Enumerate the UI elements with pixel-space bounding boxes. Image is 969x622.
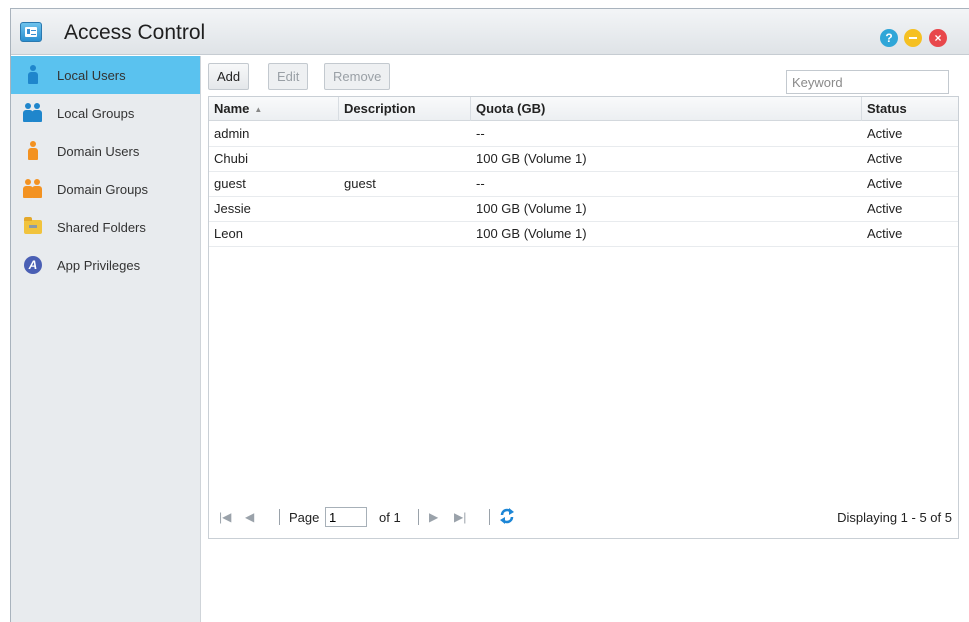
sidebar-item-shared-folders[interactable]: Shared Folders bbox=[11, 208, 200, 246]
cell-status: Active bbox=[867, 176, 903, 191]
remove-button[interactable]: Remove bbox=[324, 63, 391, 90]
cell-status: Active bbox=[867, 151, 903, 166]
sidebar-item-label: App Privileges bbox=[57, 257, 141, 273]
sidebar-item-label: Shared Folders bbox=[57, 219, 146, 235]
cell-description: guest bbox=[344, 176, 376, 191]
app-privileges-icon: A bbox=[23, 254, 43, 276]
cell-status: Active bbox=[867, 126, 903, 141]
last-page-icon[interactable]: ▶| bbox=[454, 510, 466, 524]
page-label: Page bbox=[289, 510, 320, 525]
cell-quota: 100 GB (Volume 1) bbox=[476, 201, 587, 216]
minimize-button[interactable] bbox=[904, 29, 922, 47]
cell-quota: 100 GB (Volume 1) bbox=[476, 151, 587, 166]
close-button[interactable]: × bbox=[929, 29, 947, 47]
sidebar-item-label: Domain Users bbox=[57, 143, 140, 159]
first-page-icon[interactable]: |◀ bbox=[219, 510, 231, 524]
sidebar-item-label: Local Users bbox=[57, 67, 126, 83]
cell-quota: -- bbox=[476, 126, 485, 141]
next-page-icon[interactable]: ▶ bbox=[429, 510, 438, 524]
table-row[interactable]: guest guest -- Active bbox=[209, 172, 958, 197]
sidebar-item-local-groups[interactable]: Local Groups bbox=[11, 94, 200, 132]
help-button[interactable]: ? bbox=[880, 29, 898, 47]
cell-description bbox=[339, 122, 471, 146]
column-header-quota[interactable]: Quota (GB) bbox=[471, 97, 862, 121]
add-button[interactable]: Add bbox=[208, 63, 250, 90]
cell-name: Chubi bbox=[214, 151, 248, 166]
local-user-icon bbox=[23, 64, 43, 86]
pager-separator bbox=[489, 509, 490, 525]
table-row[interactable]: Chubi 100 GB (Volume 1) Active bbox=[209, 147, 958, 172]
cell-name: guest bbox=[214, 176, 246, 191]
access-control-app-icon bbox=[20, 22, 42, 42]
page-count-label: of 1 bbox=[379, 510, 401, 525]
cell-quota: -- bbox=[476, 176, 485, 191]
sidebar-item-label: Domain Groups bbox=[57, 181, 149, 197]
shared-folder-icon bbox=[23, 216, 43, 238]
display-count: Displaying 1 - 5 of 5 bbox=[837, 510, 952, 525]
title-bar: Access Control ? × bbox=[11, 9, 969, 55]
pagination-bar: |◀ ◀ Page of 1 ▶ ▶| Displaying 1 - 5 of … bbox=[209, 502, 958, 532]
cell-name: Jessie bbox=[214, 201, 251, 216]
table-row[interactable]: Jessie 100 GB (Volume 1) Active bbox=[209, 197, 958, 222]
cell-quota: 100 GB (Volume 1) bbox=[476, 226, 587, 241]
edit-button[interactable]: Edit bbox=[268, 63, 309, 90]
refresh-icon[interactable] bbox=[499, 507, 515, 525]
pager-separator bbox=[418, 509, 419, 525]
cell-status: Active bbox=[867, 201, 903, 216]
column-header-description[interactable]: Description bbox=[339, 97, 471, 121]
window-title: Access Control bbox=[64, 21, 206, 44]
local-group-icon bbox=[23, 102, 43, 124]
table-row[interactable]: admin -- Active bbox=[209, 122, 958, 147]
domain-group-icon bbox=[23, 178, 43, 200]
sidebar-item-local-users[interactable]: Local Users bbox=[11, 56, 200, 94]
sidebar-item-label: Local Groups bbox=[57, 105, 135, 121]
sidebar-item-domain-users[interactable]: Domain Users bbox=[11, 132, 200, 170]
cell-status: Active bbox=[867, 226, 903, 241]
cell-description bbox=[339, 197, 471, 221]
sidebar-item-app-privileges[interactable]: A App Privileges bbox=[11, 246, 200, 284]
sidebar-item-domain-groups[interactable]: Domain Groups bbox=[11, 170, 200, 208]
sidebar: Local Users Local Groups Domain Users Do… bbox=[11, 56, 201, 622]
sort-ascending-icon: ▲ bbox=[254, 105, 263, 114]
column-header-name[interactable]: Name ▲ bbox=[209, 97, 339, 121]
table-header: Name ▲ Description Quota (GB) Status bbox=[209, 97, 958, 121]
pager-separator bbox=[279, 509, 280, 525]
cell-name: Leon bbox=[214, 226, 243, 241]
table-row[interactable]: Leon 100 GB (Volume 1) Active bbox=[209, 222, 958, 247]
page-number-input[interactable] bbox=[325, 507, 367, 527]
cell-description bbox=[339, 147, 471, 171]
previous-page-icon[interactable]: ◀ bbox=[245, 510, 254, 524]
cell-name: admin bbox=[214, 126, 250, 141]
column-header-status[interactable]: Status bbox=[862, 97, 958, 121]
cell-description bbox=[339, 222, 471, 246]
keyword-search-input[interactable] bbox=[786, 70, 949, 94]
domain-user-icon bbox=[23, 140, 43, 162]
users-table: Name ▲ Description Quota (GB) Status admi… bbox=[208, 96, 959, 539]
